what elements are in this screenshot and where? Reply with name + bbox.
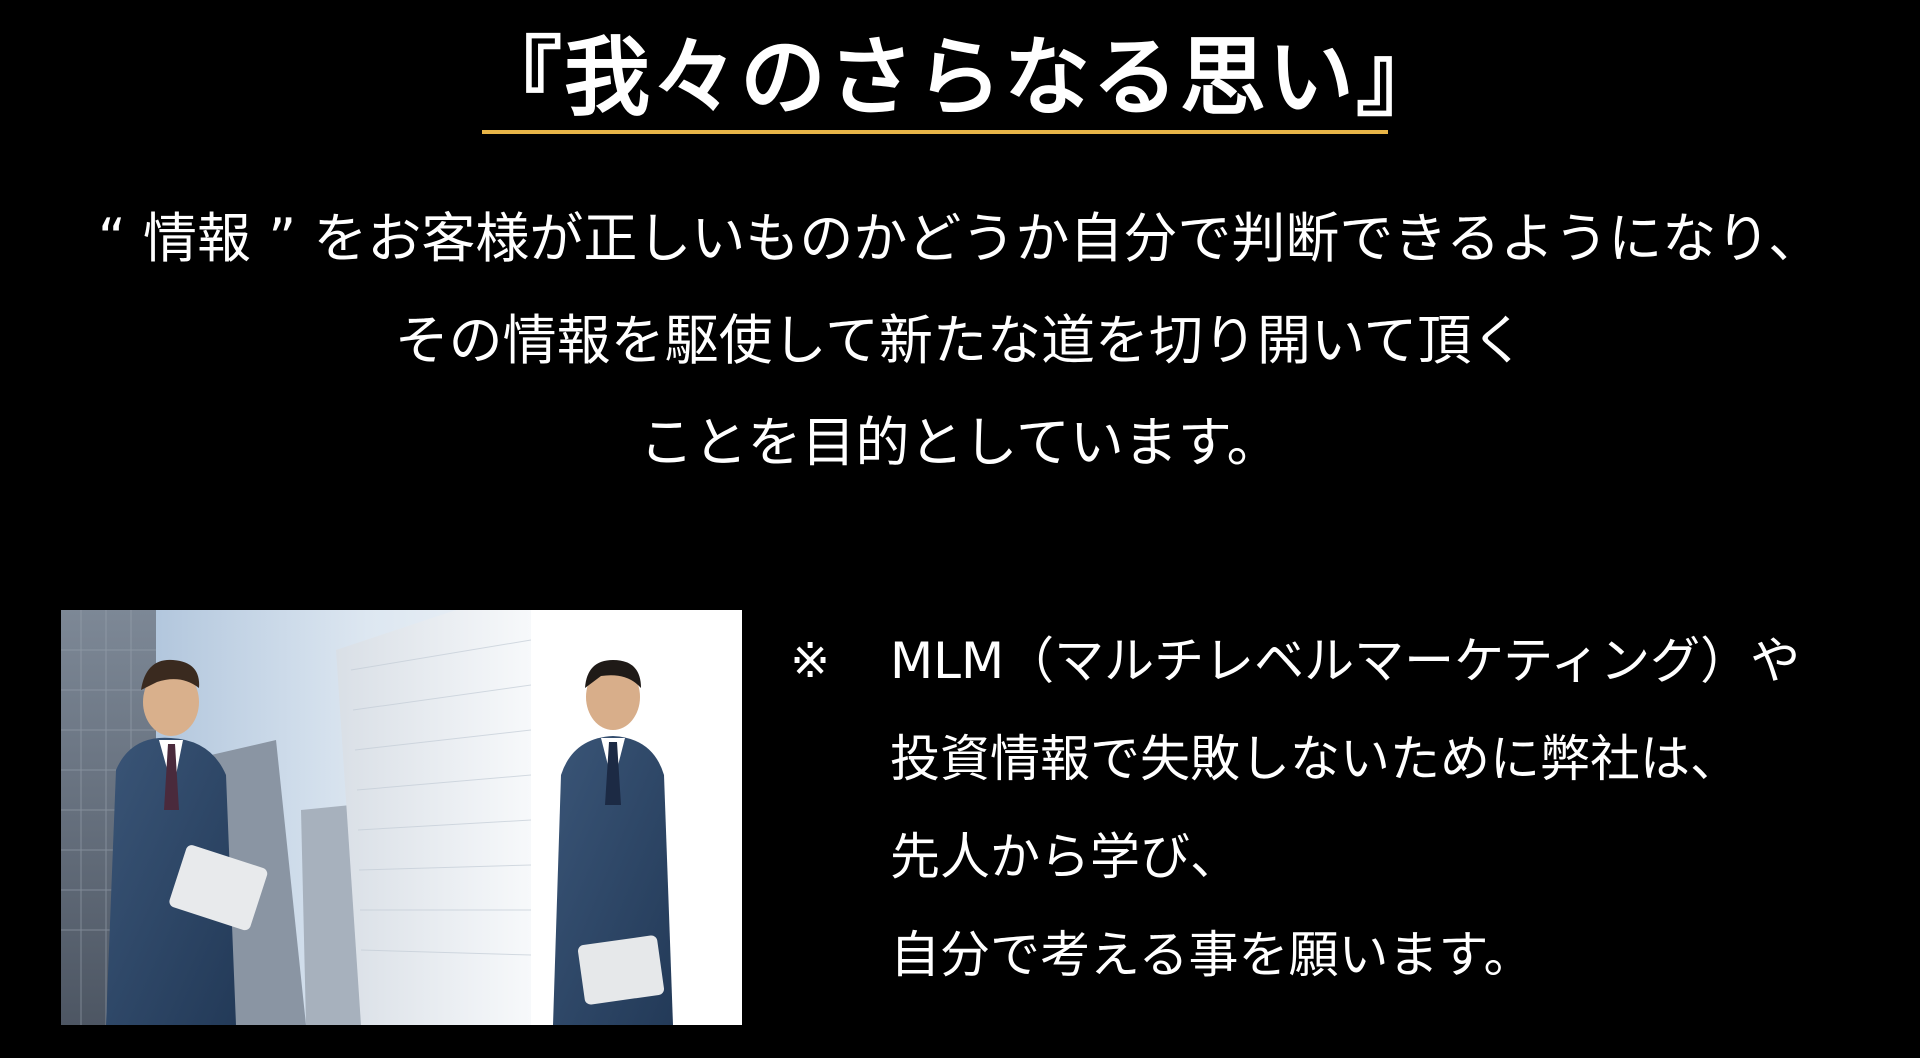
title-underline: [482, 130, 1388, 134]
title-area: 『我々のさらなる思い』: [0, 22, 1920, 134]
intro-line: ことを目的としています。: [639, 411, 1281, 474]
intro-paragraph: “ 情報 ” をお客様が正しいものかどうか自分で判断できるようになり、 その情報…: [0, 188, 1920, 494]
note-line: 自分で考える事を願います。: [890, 926, 1534, 984]
page-title: 『我々のさらなる思い』: [476, 27, 1444, 128]
note-line: 先人から学び、: [890, 828, 1240, 886]
note-line: 投資情報で失敗しないために弊社は、: [890, 730, 1740, 788]
businessmen-photo: [61, 610, 742, 1025]
note-text: MLM（マルチレベルマーケティング）や 投資情報で失敗しないために弊社は、 先人…: [890, 612, 1800, 1004]
intro-line: その情報を駆使して新たな道を切り開いて頂く: [394, 309, 1526, 372]
note-line: MLM（マルチレベルマーケティング）や: [890, 632, 1801, 690]
intro-line: “ 情報 ” をお客様が正しいものかどうか自分で判断できるようになり、: [97, 207, 1823, 270]
reference-mark: ※: [790, 633, 831, 689]
